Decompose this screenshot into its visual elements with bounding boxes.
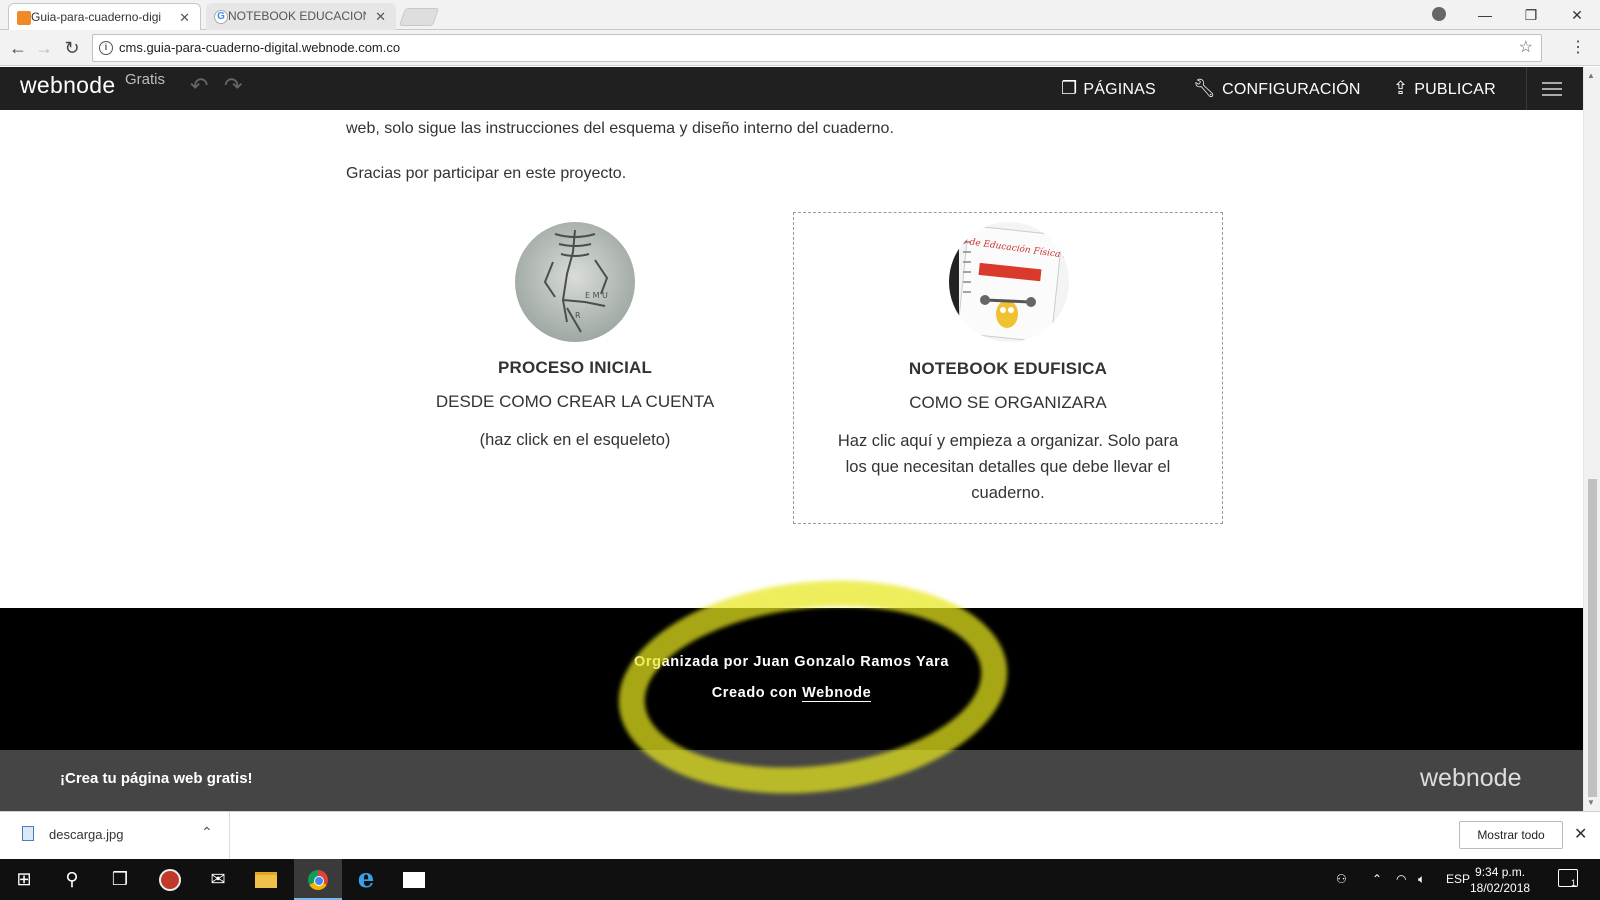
- close-icon[interactable]: ✕: [1574, 824, 1587, 844]
- footer-created-prefix: Creado con: [711, 685, 798, 701]
- footer-created: Creado con Webnode: [0, 685, 1583, 702]
- settings-label: CONFIGURACIÓN: [1222, 81, 1361, 98]
- upload-icon: ⇪: [1393, 78, 1409, 98]
- svg-text:R: R: [575, 311, 581, 320]
- people-icon[interactable]: ⚇: [1336, 859, 1347, 900]
- volume-icon[interactable]: 🔈︎: [1418, 859, 1425, 900]
- scroll-up-arrow-icon[interactable]: ▲: [1587, 71, 1595, 80]
- promo-banner[interactable]: ¡Crea tu página web gratis! webnode: [0, 750, 1583, 811]
- plan-label: Gratis: [125, 71, 166, 88]
- chevron-up-icon[interactable]: ⌃: [1372, 859, 1382, 900]
- download-item[interactable]: descarga.jpg ⌃: [0, 812, 230, 860]
- windows-taskbar: ⊞ ⚲ ❒ ✉ e ⚇ ⌃ ◠ 🔈︎ ESP 9:34 p.m. 18/02/2…: [0, 859, 1600, 900]
- undo-icon[interactable]: ↶: [190, 73, 208, 99]
- clock-time: 9:34 p.m.: [1475, 865, 1526, 879]
- card-title: NOTEBOOK EDUFISICA: [908, 359, 1108, 378]
- close-window-button[interactable]: ✕: [1554, 7, 1600, 24]
- taskbar-app-mail-icon[interactable]: ✉: [194, 859, 242, 900]
- scroll-down-arrow-icon[interactable]: ▼: [1587, 798, 1595, 807]
- hamburger-menu-icon[interactable]: [1542, 79, 1562, 97]
- back-arrow-icon[interactable]: ←: [6, 36, 30, 60]
- clock[interactable]: 9:34 p.m. 18/02/2018: [1470, 864, 1530, 896]
- card-notebook-edufisica[interactable]: El cuaderno de Educación Física de Pedro…: [793, 212, 1223, 524]
- page-content: web, solo sigue las instrucciones del es…: [0, 110, 1583, 608]
- profile-button[interactable]: [1416, 6, 1462, 24]
- pages-icon: ❐: [1061, 78, 1078, 98]
- download-shelf: descarga.jpg ⌃ Mostrar todo ✕: [0, 811, 1600, 860]
- browser-toolbar: ← → ↻ i cms.guia-para-cuaderno-digital.w…: [0, 30, 1600, 66]
- language-indicator[interactable]: ESP: [1446, 859, 1470, 900]
- site-footer: Organizada por Juan Gonzalo Ramos Yara C…: [0, 608, 1583, 750]
- webnode-editor-bar: webnode Gratis ↶ ↷ ❐ PÁGINAS 🔧︎ CONFIGURAC…: [0, 67, 1583, 110]
- scroll-thumb[interactable]: [1588, 479, 1597, 797]
- tab-title: NOTEBOOK EDUCACION: [228, 9, 366, 23]
- show-all-button[interactable]: Mostrar todo: [1459, 821, 1563, 849]
- chevron-up-icon[interactable]: ⌃: [201, 824, 213, 841]
- card-description: Haz clic aquí y empieza a organizar. Sol…: [837, 432, 1179, 502]
- promo-webnode-logo[interactable]: webnode: [1420, 764, 1521, 793]
- address-bar[interactable]: i cms.guia-para-cuaderno-digital.webnode…: [92, 34, 1542, 62]
- mail-icon[interactable]: [390, 859, 438, 900]
- wifi-icon[interactable]: ◠: [1396, 859, 1406, 900]
- wrench-icon: 🔧︎: [1193, 78, 1217, 98]
- internet-explorer-icon[interactable]: e: [342, 859, 390, 900]
- card-description: (haz click en el esqueleto): [479, 431, 671, 449]
- image-file-icon: [22, 826, 34, 841]
- pages-button[interactable]: ❐ PÁGINAS: [1061, 67, 1156, 110]
- window-controls: — ❐ ✕: [1416, 0, 1600, 30]
- close-icon[interactable]: ✕: [375, 3, 386, 30]
- divider: [1526, 67, 1527, 110]
- svg-text:E M U: E M U: [585, 291, 608, 300]
- browser-menu-icon[interactable]: ⋮: [1570, 38, 1586, 58]
- chrome-icon[interactable]: [294, 859, 342, 900]
- tab-guia[interactable]: Guia-para-cuaderno-digi ✕: [8, 3, 201, 30]
- forward-arrow-icon[interactable]: →: [32, 36, 56, 60]
- taskbar-app-red-icon[interactable]: [146, 859, 194, 900]
- reload-icon[interactable]: ↻: [60, 36, 84, 60]
- clock-date: 18/02/2018: [1470, 881, 1531, 895]
- settings-button[interactable]: 🔧︎ CONFIGURACIÓN: [1193, 67, 1361, 110]
- tab-title: Guia-para-cuaderno-digi: [31, 10, 162, 24]
- new-tab-button[interactable]: [398, 8, 440, 26]
- tab-notebook[interactable]: G NOTEBOOK EDUCACION ✕: [206, 3, 396, 30]
- url-text[interactable]: cms.guia-para-cuaderno-digital.webnode.c…: [119, 35, 400, 61]
- page-scrollbar[interactable]: ▲ ▼: [1583, 67, 1600, 811]
- windows-start-icon[interactable]: ⊞: [0, 859, 48, 900]
- intro-paragraph: web, solo sigue las instrucciones del es…: [346, 120, 894, 137]
- card-subtitle: COMO SE ORGANIZARA: [909, 393, 1107, 412]
- close-icon[interactable]: ✕: [179, 4, 190, 30]
- card-subtitle: DESDE COMO CREAR LA CUENTA: [435, 392, 715, 411]
- restore-button[interactable]: ❐: [1508, 7, 1554, 24]
- footer-organizer: Organizada por Juan Gonzalo Ramos Yara: [633, 654, 950, 670]
- notification-count: 1: [1570, 878, 1576, 888]
- notebook-cover-image[interactable]: El cuaderno de Educación Física de Pedro: [949, 222, 1069, 342]
- google-favicon-icon: G: [214, 10, 228, 24]
- thanks-paragraph: Gracias por participar en este proyecto.: [346, 165, 627, 182]
- webnode-logo[interactable]: webnode: [20, 72, 115, 99]
- publish-button[interactable]: ⇪ PUBLICAR: [1393, 67, 1496, 110]
- skeleton-image[interactable]: E M U R: [515, 222, 635, 342]
- download-filename[interactable]: descarga.jpg: [49, 827, 123, 842]
- file-explorer-icon[interactable]: [242, 859, 290, 900]
- webnode-link[interactable]: Webnode: [802, 685, 872, 702]
- minimize-button[interactable]: —: [1462, 7, 1508, 23]
- pages-label: PÁGINAS: [1083, 81, 1156, 98]
- profile-icon: [1432, 6, 1446, 21]
- card-title: PROCESO INICIAL: [497, 358, 653, 377]
- webnode-favicon-icon: [17, 11, 31, 25]
- bookmark-star-icon[interactable]: ☆: [1519, 35, 1533, 61]
- publish-label: PUBLICAR: [1414, 81, 1496, 98]
- browser-tabstrip: Guia-para-cuaderno-digi ✕ G NOTEBOOK EDU…: [0, 0, 1600, 30]
- notification-icon[interactable]: 1: [1558, 869, 1578, 888]
- search-icon[interactable]: ⚲: [48, 859, 96, 900]
- promo-text[interactable]: ¡Crea tu página web gratis!: [60, 770, 253, 787]
- task-view-icon[interactable]: ❒: [96, 859, 144, 900]
- card-proceso-inicial: E M U R PROCESO INICIAL DESDE COMO CREAR…: [360, 212, 790, 524]
- redo-icon[interactable]: ↷: [224, 73, 242, 99]
- info-icon[interactable]: i: [99, 41, 113, 55]
